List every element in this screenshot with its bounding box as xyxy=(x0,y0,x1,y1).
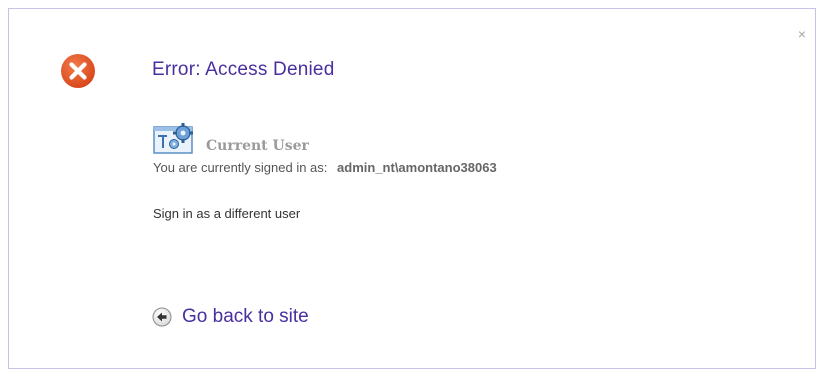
close-button[interactable]: × xyxy=(793,25,811,43)
signed-in-info: You are currently signed in as: admin_nt… xyxy=(153,160,497,175)
user-settings-icon xyxy=(153,123,193,154)
sign-in-different-user-link[interactable]: Sign in as a different user xyxy=(153,206,300,221)
current-user-heading: Current User xyxy=(206,138,309,154)
back-arrow-icon xyxy=(152,307,172,327)
error-x-icon xyxy=(61,54,95,88)
page-title: Error: Access Denied xyxy=(152,59,335,80)
close-icon: × xyxy=(797,26,807,42)
access-denied-dialog: × Error: Access Denied Current User You … xyxy=(8,8,816,369)
go-back-label: Go back to site xyxy=(182,306,309,327)
go-back-link[interactable]: Go back to site xyxy=(152,304,309,330)
username: admin_nt\amontano38063 xyxy=(337,160,497,175)
signed-in-label: You are currently signed in as: xyxy=(153,160,328,175)
